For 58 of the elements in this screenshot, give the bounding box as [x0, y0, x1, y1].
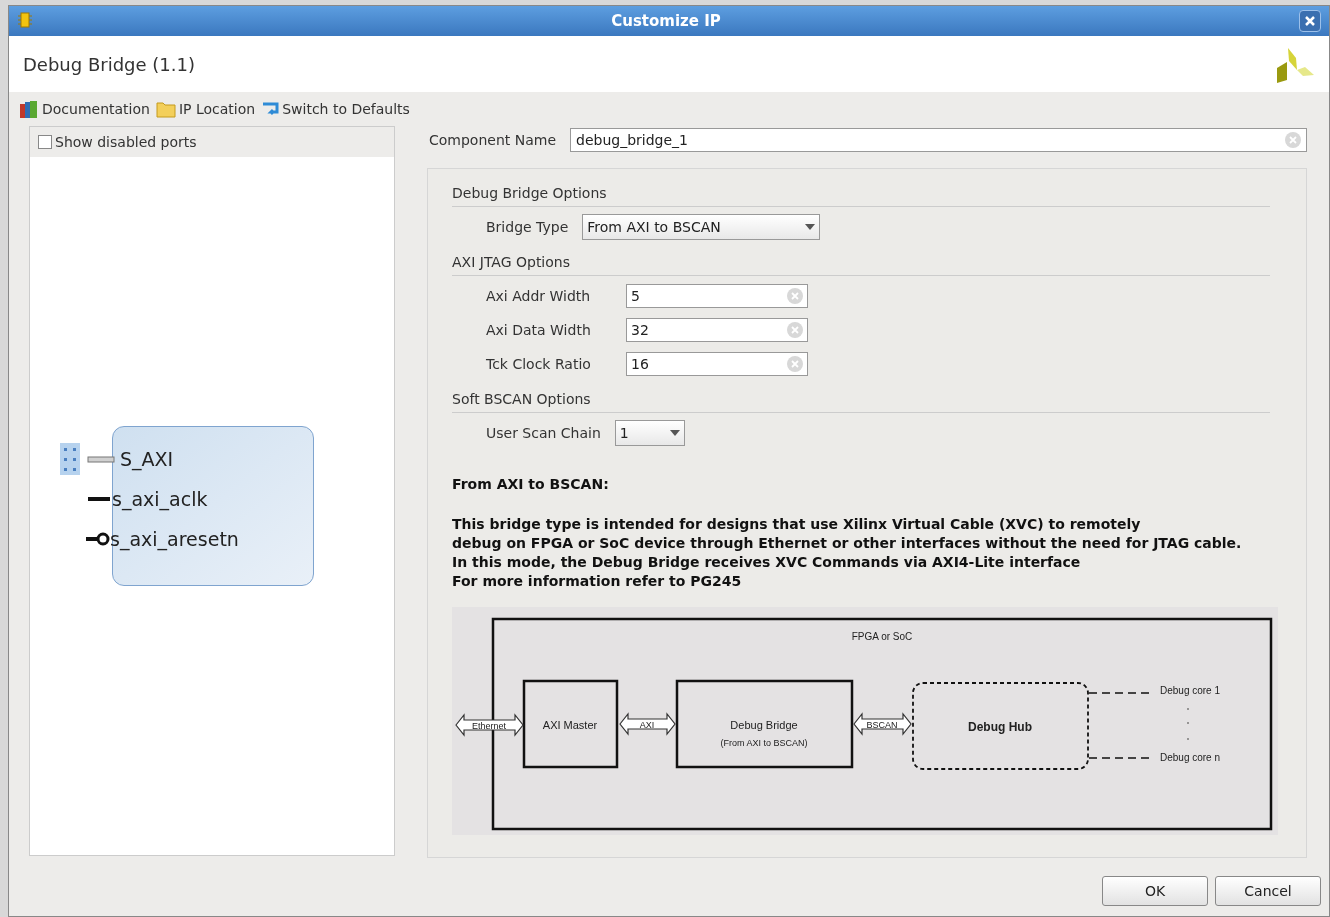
diagram-label: FPGA or SoC [851, 631, 913, 642]
diagram-label: AXI Master [542, 719, 598, 731]
connector-line [1088, 757, 1151, 759]
port-label: s_axi_aclk [112, 486, 208, 513]
reset-pin-icon [86, 531, 110, 547]
field-label: Axi Data Width [486, 320, 592, 340]
description-text: This bridge type is intended for designs that use Xilinx Virtual Cable (XVC) to remotely debug on FPGA or SoC device through Ethernet or other interfaces without the need for JTAG cable. In this mode, the Debug Bridge receives XVC Commands via AXI4-Lite interface For more information refer to PG245 [452, 515, 1243, 591]
input-field[interactable]: 32 [626, 318, 808, 342]
window-title: Customize IP [610, 10, 722, 32]
diagram-label: (From AXI to BSCAN) [720, 738, 808, 748]
double-arrow [619, 712, 676, 736]
refresh-icon [261, 100, 280, 118]
close-icon [1304, 15, 1316, 27]
field-label: Bridge Type [486, 217, 569, 237]
description-heading: From AXI to BSCAN: [452, 475, 610, 494]
clear-icon[interactable] [787, 356, 803, 372]
field-label: Component Name [428, 130, 557, 150]
toolbar-button[interactable]: Documentation [19, 98, 150, 120]
caret-icon [669, 430, 680, 436]
caret-icon [805, 224, 816, 230]
diagram-label: Debug core 1 [1160, 685, 1220, 696]
chip-icon [17, 11, 33, 31]
section-heading: AXI JTAG Options [452, 252, 1270, 276]
close-button[interactable] [1299, 10, 1321, 32]
double-arrow [455, 713, 524, 737]
input-field[interactable]: 5 [626, 284, 808, 308]
port-label: S_AXI [120, 446, 174, 473]
checkbox-label: Show disabled ports [55, 132, 197, 152]
section-heading: Soft BSCAN Options [452, 389, 1270, 413]
toolbar-button[interactable]: Switch to Defaults [261, 98, 410, 120]
clear-icon[interactable] [1285, 132, 1301, 148]
input-field[interactable]: 16 [626, 352, 808, 376]
field-label: Axi Addr Width [486, 286, 592, 306]
connector-line [1088, 692, 1151, 694]
field-label: User Scan Chain [486, 423, 601, 443]
clear-icon[interactable] [787, 288, 803, 304]
pin-icon [88, 496, 110, 502]
books-icon [19, 99, 39, 119]
ip-title: Debug Bridge (1.1) [23, 52, 195, 77]
folder-icon [155, 100, 176, 118]
dialog-button[interactable]: OK [1102, 876, 1208, 906]
arrow-label: AXI [639, 720, 655, 730]
arrow-label: BSCAN [866, 720, 898, 730]
toolbar-button[interactable]: IP Location [155, 98, 256, 120]
diagram-label: Debug Bridge [730, 719, 798, 731]
arrow-label: Ethernet [472, 721, 506, 731]
dialog-button[interactable]: Cancel [1215, 876, 1321, 906]
input-field[interactable]: debug_bridge_1 [570, 128, 1307, 152]
port-label: s_axi_aresetn [110, 526, 239, 553]
double-arrow [853, 712, 912, 736]
field-label: Tck Clock Ratio [486, 354, 592, 374]
clear-icon[interactable] [787, 322, 803, 338]
dropdown[interactable]: From AXI to BSCAN [582, 214, 821, 240]
checkbox[interactable] [38, 135, 52, 149]
diagram-label: Debug core n [1160, 752, 1220, 763]
dropdown[interactable]: 1 [614, 420, 685, 446]
diagram-label: Debug Hub [968, 720, 1032, 734]
section-heading: Debug Bridge Options [452, 183, 1270, 207]
